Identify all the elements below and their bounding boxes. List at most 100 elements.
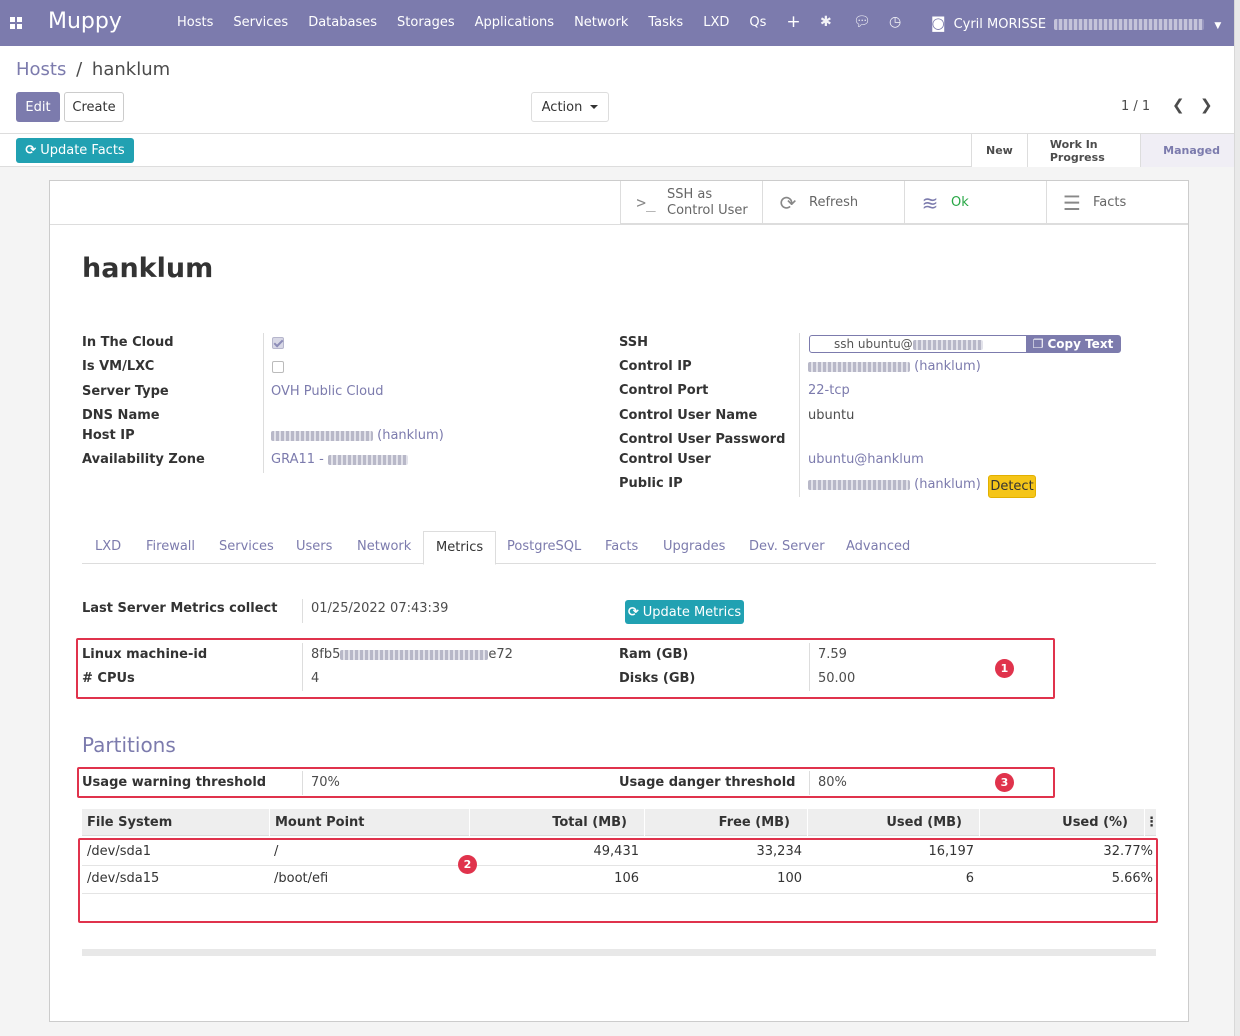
menu-databases[interactable]: Databases (298, 15, 387, 30)
in-the-cloud-checkbox[interactable] (272, 337, 284, 349)
pager-next-icon[interactable]: ❯ (1200, 96, 1213, 114)
menu-services[interactable]: Services (223, 15, 298, 30)
host-ip-redacted (271, 430, 373, 441)
stage-work-in-progress[interactable]: Work In Progress (1026, 134, 1141, 167)
column-used[interactable]: Used (MB) (807, 809, 979, 836)
tab-upgrades[interactable]: Upgrades (651, 531, 737, 564)
breadcrumb-current: hanklum (91, 59, 171, 80)
tab-advanced[interactable]: Advanced (834, 531, 922, 564)
clock-icon[interactable]: ◷ (889, 14, 901, 30)
user-name: Cyril MORISSE (953, 17, 1047, 32)
apps-menu-icon[interactable] (10, 17, 22, 29)
ssh-ip-redacted (912, 339, 983, 350)
menu-applications[interactable]: Applications (465, 15, 564, 30)
host-ip-label: Host IP (82, 428, 135, 443)
user-menu[interactable]: ◙ Cyril MORISSE ▼ (931, 14, 1221, 32)
notebook-tabs: LXD Firewall Services Users Network Metr… (82, 531, 1156, 565)
control-user-name-label: Control User Name (619, 408, 758, 423)
public-ip-value[interactable]: (hanklum) (808, 477, 981, 492)
column-free[interactable]: Free (MB) (644, 809, 807, 836)
update-facts-label: Update Facts (40, 143, 125, 158)
control-user-value[interactable]: ubuntu@hanklum (808, 452, 924, 467)
top-navbar: Muppy Hosts Services Databases Storages … (0, 0, 1234, 46)
tab-metrics[interactable]: Metrics (423, 531, 497, 565)
menu-storages[interactable]: Storages (387, 15, 465, 30)
breadcrumb-hosts[interactable]: Hosts (16, 59, 66, 80)
tab-postgresql[interactable]: PostgreSQL (495, 531, 593, 564)
ssh-button-label-line1: SSH as (667, 186, 713, 202)
tab-dev-server[interactable]: Dev. Server (737, 531, 837, 564)
user-suffix-redacted (1054, 19, 1205, 30)
control-port-value[interactable]: 22-tcp (808, 383, 850, 398)
is-vm-checkbox[interactable] (272, 361, 284, 373)
column-options-icon[interactable]: ⋮ (1144, 809, 1158, 836)
ssh-button-label-line2: Control User (667, 202, 748, 218)
window-edge (1234, 0, 1240, 1036)
copy-text-button[interactable]: ❐ Copy Text (1026, 336, 1120, 352)
refresh-label: Refresh (809, 195, 859, 210)
host-ip-host: (hanklum) (377, 428, 444, 443)
column-mount-point[interactable]: Mount Point (269, 809, 469, 836)
last-collect-value: 01/25/2022 07:43:39 (311, 601, 449, 616)
bug-icon[interactable]: ✱ (820, 14, 832, 30)
chat-icon[interactable]: 💬︎ (853, 14, 871, 30)
stage-managed[interactable]: Managed (1140, 134, 1234, 167)
column-total[interactable]: Total (MB) (469, 809, 644, 836)
tab-users[interactable]: Users (284, 531, 344, 564)
partitions-title: Partitions (82, 733, 176, 757)
control-ip-redacted (808, 361, 910, 372)
last-collect-label: Last Server Metrics collect (82, 601, 278, 616)
menu-tasks[interactable]: Tasks (638, 15, 693, 30)
annotation-box-3 (77, 767, 1055, 798)
menu-hosts[interactable]: Hosts (167, 15, 223, 30)
action-label: Action (541, 99, 583, 115)
main-menu: Hosts Services Databases Storages Applic… (167, 14, 811, 31)
create-button[interactable]: Create (64, 92, 124, 122)
edit-button[interactable]: Edit (16, 92, 60, 122)
ssh-button-label: SSH as Control User (667, 187, 748, 219)
ssh-command[interactable]: ssh ubuntu@ (810, 336, 1026, 352)
status-stages: New Work In Progress Managed (971, 134, 1234, 167)
tab-lxd[interactable]: LXD (83, 531, 133, 564)
pager-value[interactable]: 1 / 1 (1121, 99, 1150, 114)
tab-firewall[interactable]: Firewall (134, 531, 207, 564)
refresh-icon: ⟳ (779, 190, 797, 215)
connection-status-button[interactable]: ≋ Ok (904, 181, 1046, 224)
stage-new[interactable]: New (971, 134, 1027, 167)
ssh-as-control-user-button[interactable]: >_ SSH as Control User (620, 181, 762, 224)
update-facts-button[interactable]: ⟳ Update Facts (16, 138, 134, 163)
table-header: File System Mount Point Total (MB) Free … (82, 809, 1158, 836)
tab-facts[interactable]: Facts (593, 531, 650, 564)
dns-name-label: DNS Name (82, 408, 160, 423)
update-metrics-button[interactable]: ⟳ Update Metrics (625, 600, 744, 624)
availability-zone-code: GRA11 - (271, 452, 324, 467)
menu-lxd[interactable]: LXD (693, 15, 739, 30)
smart-button-box: >_ SSH as Control User ⟳ Refresh ≋ Ok ☰ F… (620, 181, 1188, 224)
menu-network[interactable]: Network (564, 15, 638, 30)
server-type-value[interactable]: OVH Public Cloud (271, 384, 384, 399)
tab-services[interactable]: Services (207, 531, 286, 564)
copy-icon: ❐ (1032, 337, 1044, 351)
brand-logo[interactable]: Muppy (48, 9, 122, 34)
pager-previous-icon[interactable]: ❮ (1172, 96, 1185, 114)
server-type-label: Server Type (82, 384, 169, 399)
action-dropdown[interactable]: Action (531, 92, 609, 122)
column-file-system[interactable]: File System (82, 809, 269, 836)
form-sheet: >_ SSH as Control User ⟳ Refresh ≋ Ok ☰ F… (49, 180, 1189, 1022)
availability-zone-value[interactable]: GRA11 - (271, 452, 408, 467)
plus-icon[interactable]: + (776, 14, 810, 31)
connection-status-label: Ok (951, 195, 969, 210)
public-ip-redacted (808, 479, 910, 490)
menu-qs[interactable]: Qs (739, 15, 776, 30)
column-used-percent[interactable]: Used (%) (979, 809, 1145, 836)
breadcrumb: Hosts / hanklum (16, 59, 170, 80)
control-ip-value[interactable]: (hanklum) (808, 359, 981, 374)
tab-network[interactable]: Network (345, 531, 423, 564)
facts-button[interactable]: ☰ Facts (1046, 181, 1188, 224)
detect-button[interactable]: Detect (988, 475, 1036, 498)
horizontal-scrollbar[interactable] (82, 949, 1156, 956)
host-ip-value[interactable]: (hanklum) (271, 428, 444, 443)
in-the-cloud-label: In The Cloud (82, 335, 174, 350)
refresh-button[interactable]: ⟳ Refresh (762, 181, 904, 224)
chevron-down-icon: ▼ (1214, 21, 1222, 31)
